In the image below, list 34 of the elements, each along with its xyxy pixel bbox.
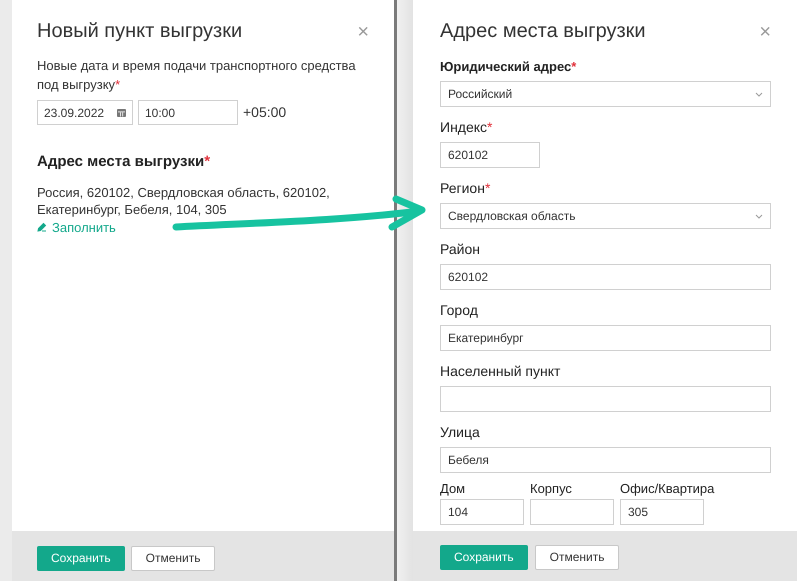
select-field[interactable]: Российский [440,81,771,107]
time-field[interactable]: 10:00 [138,100,238,125]
field-label: Район [440,240,481,259]
input-field[interactable]: Екатеринбург [440,325,771,351]
field-label: Новые дата и время подачи транспортного средства под выгрузку* [37,57,357,94]
input-field[interactable]: 620102 [440,142,540,168]
chevron-down-icon [755,214,763,218]
field-label: Улица [440,423,481,442]
field-label: Населенный пункт [440,362,562,381]
cancel-button[interactable]: Отменить [130,546,216,570]
cancel-button[interactable]: Отменить [534,544,620,570]
address-text: Россия, 620102, Свердловская область, 620102, Екатеринбург, Бебеля, 104, 305 [37,184,331,218]
field-label: Город [440,301,479,320]
input-field[interactable]: 305 [620,499,704,525]
section-heading: Адрес места выгрузки* [37,152,212,172]
field-label: Корпус [530,481,573,497]
field-label: Дом [440,481,466,497]
input-field[interactable]: Бебеля [440,447,771,473]
chevron-down-icon [755,92,763,96]
dialog-title: Адрес места выгрузки [440,19,646,44]
dialog-title: Новый пункт выгрузки [37,19,242,44]
field-label: Офис/Квартира [620,481,716,497]
select-field[interactable]: Свердловская область [440,203,771,229]
input-field[interactable]: 620102 [440,264,771,290]
field-label: Регион* [440,179,492,198]
date-field[interactable]: 23.09.2022 [37,100,133,125]
pencil-icon [37,222,47,232]
input-field[interactable] [530,499,614,525]
field-label: Индекс* [440,118,494,137]
timezone-text: +05:00 [243,103,286,122]
section-heading: Юридический адрес* [440,58,578,76]
input-field[interactable]: 104 [440,499,524,525]
calendar-icon[interactable] [117,108,126,117]
input-field[interactable] [440,386,771,412]
